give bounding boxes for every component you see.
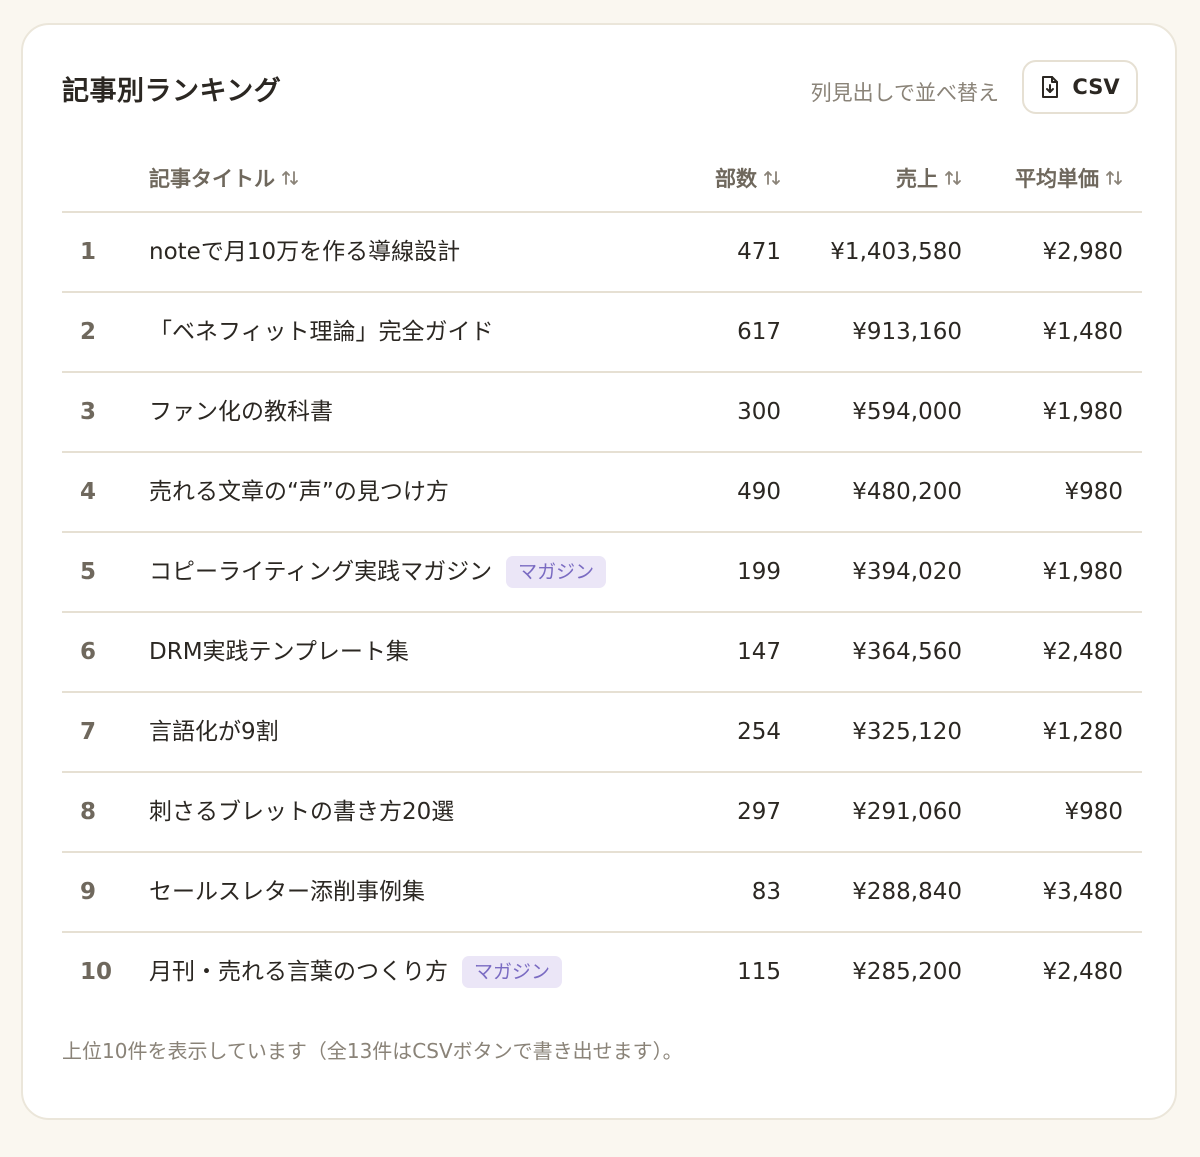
table-footnote: 上位10件を表示しています（全13件はCSVボタンで書き出せます）。 — [62, 1039, 683, 1063]
table-row: 7 言語化が9割 254 ¥325,120 ¥1,280 — [62, 693, 1142, 773]
article-title: コピーライティング実践マガジン — [149, 559, 493, 585]
rank-cell: 9 — [80, 879, 97, 905]
article-title: 売れる文章の“声”の見つけ方 — [149, 479, 449, 505]
card-title: 記事別ランキング — [62, 76, 282, 107]
article-title: 月刊・売れる言葉のつくり方 — [149, 959, 448, 985]
rank-cell: 2 — [80, 319, 97, 345]
quantity-cell: 490 — [737, 479, 781, 505]
article-title: ファン化の教科書 — [149, 399, 333, 425]
column-label-quantity: 部数 — [715, 167, 757, 191]
title-cell: ファン化の教科書 — [149, 373, 333, 451]
title-cell: 「ベネフィット理論」完全ガイド — [149, 293, 494, 371]
avg-price-cell: ¥1,280 — [1042, 719, 1123, 745]
sales-cell: ¥325,120 — [852, 719, 962, 745]
table-header: 記事タイトル 部数 売上 平均単価 — [62, 145, 1142, 213]
sort-arrows-icon — [945, 171, 961, 185]
column-header-avg-price[interactable]: 平均単価 — [1015, 163, 1123, 193]
column-label-title: 記事タイトル — [149, 167, 275, 191]
quantity-cell: 147 — [737, 639, 781, 665]
article-title: 言語化が9割 — [149, 719, 279, 745]
sales-cell: ¥364,560 — [852, 639, 962, 665]
column-header-title[interactable]: 記事タイトル — [149, 163, 299, 193]
rank-cell: 1 — [80, 239, 97, 265]
table-row: 4 売れる文章の“声”の見つけ方 490 ¥480,200 ¥980 — [62, 453, 1142, 533]
sales-cell: ¥394,020 — [852, 559, 962, 585]
magazine-tag: マガジン — [506, 556, 607, 588]
table-row: 1 noteで月10万を作る導線設計 471 ¥1,403,580 ¥2,980 — [62, 213, 1142, 293]
title-cell: 刺さるブレットの書き方20選 — [149, 773, 454, 851]
sales-cell: ¥913,160 — [852, 319, 962, 345]
rank-cell: 10 — [80, 959, 113, 985]
table-row: 8 刺さるブレットの書き方20選 297 ¥291,060 ¥980 — [62, 773, 1142, 853]
rank-cell: 7 — [80, 719, 97, 745]
avg-price-cell: ¥3,480 — [1042, 879, 1123, 905]
ranking-card: 記事別ランキング 列見出しで並べ替え CSV 記事タイトル 部数 売上 平均単価… — [21, 23, 1177, 1120]
ranking-table: 記事タイトル 部数 売上 平均単価 1 noteで月10万を作る導線設計 471… — [62, 145, 1142, 1011]
quantity-cell: 254 — [737, 719, 781, 745]
title-cell: セールスレター添削事例集 — [149, 853, 425, 931]
quantity-cell: 297 — [737, 799, 781, 825]
rank-cell: 8 — [80, 799, 97, 825]
sales-cell: ¥1,403,580 — [830, 239, 962, 265]
avg-price-cell: ¥2,980 — [1042, 239, 1123, 265]
article-title: DRM実践テンプレート集 — [149, 639, 409, 665]
avg-price-cell: ¥2,480 — [1042, 959, 1123, 985]
csv-button-label: CSV — [1072, 75, 1120, 99]
sales-cell: ¥288,840 — [852, 879, 962, 905]
magazine-tag: マガジン — [462, 956, 563, 988]
csv-export-button[interactable]: CSV — [1022, 60, 1138, 114]
article-title: 刺さるブレットの書き方20選 — [149, 799, 455, 825]
title-cell: 言語化が9割 — [149, 693, 279, 771]
rank-cell: 6 — [80, 639, 97, 665]
quantity-cell: 83 — [751, 879, 781, 905]
avg-price-cell: ¥980 — [1064, 799, 1123, 825]
table-row: 2 「ベネフィット理論」完全ガイド 617 ¥913,160 ¥1,480 — [62, 293, 1142, 373]
title-cell: 売れる文章の“声”の見つけ方 — [149, 453, 449, 531]
quantity-cell: 115 — [737, 959, 781, 985]
rank-cell: 4 — [80, 479, 97, 505]
sort-arrows-icon — [1106, 171, 1122, 185]
article-title: 「ベネフィット理論」完全ガイド — [149, 319, 494, 345]
table-row: 10 月刊・売れる言葉のつくり方 マガジン 115 ¥285,200 ¥2,48… — [62, 933, 1142, 1011]
quantity-cell: 300 — [737, 399, 781, 425]
article-title: noteで月10万を作る導線設計 — [149, 239, 461, 265]
avg-price-cell: ¥1,980 — [1042, 399, 1123, 425]
table-row: 3 ファン化の教科書 300 ¥594,000 ¥1,980 — [62, 373, 1142, 453]
sales-cell: ¥480,200 — [852, 479, 962, 505]
sales-cell: ¥285,200 — [852, 959, 962, 985]
quantity-cell: 199 — [737, 559, 781, 585]
rank-cell: 5 — [80, 559, 97, 585]
title-cell: noteで月10万を作る導線設計 — [149, 213, 460, 291]
rank-cell: 3 — [80, 399, 97, 425]
column-label-sales: 売上 — [896, 167, 938, 191]
avg-price-cell: ¥1,980 — [1042, 559, 1123, 585]
column-label-avg-price: 平均単価 — [1015, 167, 1099, 191]
table-row: 5 コピーライティング実践マガジン マガジン 199 ¥394,020 ¥1,9… — [62, 533, 1142, 613]
avg-price-cell: ¥2,480 — [1042, 639, 1123, 665]
table-row: 6 DRM実践テンプレート集 147 ¥364,560 ¥2,480 — [62, 613, 1142, 693]
title-cell: コピーライティング実践マガジン マガジン — [149, 533, 607, 611]
quantity-cell: 471 — [737, 239, 781, 265]
column-header-quantity[interactable]: 部数 — [715, 163, 781, 193]
article-title: セールスレター添削事例集 — [149, 879, 425, 905]
sort-arrows-icon — [764, 171, 780, 185]
sales-cell: ¥594,000 — [852, 399, 962, 425]
column-header-sales[interactable]: 売上 — [896, 163, 962, 193]
sales-cell: ¥291,060 — [852, 799, 962, 825]
table-row: 9 セールスレター添削事例集 83 ¥288,840 ¥3,480 — [62, 853, 1142, 933]
sort-hint: 列見出しで並べ替え — [810, 81, 999, 105]
avg-price-cell: ¥1,480 — [1042, 319, 1123, 345]
title-cell: 月刊・売れる言葉のつくり方 マガジン — [149, 933, 563, 1011]
title-cell: DRM実践テンプレート集 — [149, 613, 409, 691]
sort-arrows-icon — [282, 171, 298, 185]
file-download-icon — [1042, 76, 1059, 98]
quantity-cell: 617 — [737, 319, 781, 345]
avg-price-cell: ¥980 — [1064, 479, 1123, 505]
